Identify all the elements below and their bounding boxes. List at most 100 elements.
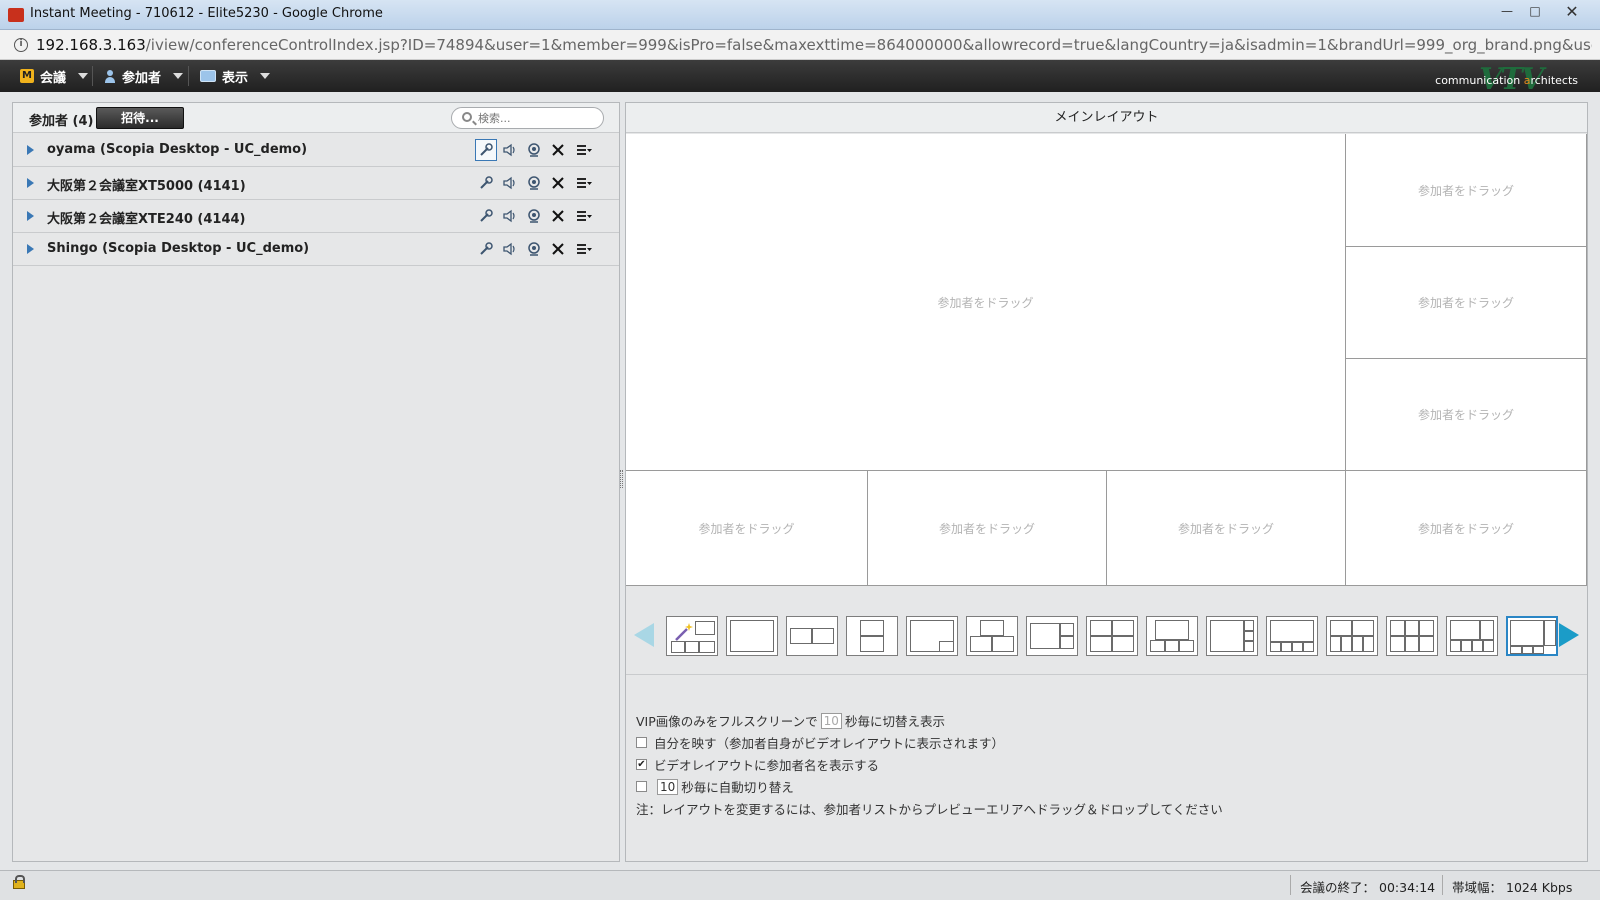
layout-thumb-1plus7-selected[interactable] xyxy=(1506,616,1558,656)
app-icon xyxy=(8,8,24,22)
expand-arrow-icon[interactable] xyxy=(27,244,34,254)
participant-name: 大阪第２会議室XTE240 (4144) xyxy=(47,212,246,227)
menu-icon[interactable] xyxy=(571,172,597,194)
menu-participants[interactable]: 参加者 xyxy=(104,66,184,86)
layout-thumb-auto[interactable] xyxy=(666,616,718,656)
search-box[interactable] xyxy=(451,107,604,129)
speaker-icon[interactable] xyxy=(499,172,521,194)
meeting-end-time: 会議の終了： 00:34:14 xyxy=(1300,880,1436,895)
layout-thumbnail-bar xyxy=(626,595,1587,675)
layout-thumb-2-stack[interactable] xyxy=(846,616,898,656)
disconnect-icon[interactable] xyxy=(547,238,569,260)
camera-icon[interactable] xyxy=(523,139,545,161)
url-host: 192.168.3.163 xyxy=(36,36,146,54)
show-names-option[interactable]: ✔ ビデオレイアウトに参加者名を表示する xyxy=(636,755,879,774)
layout-thumb-1plus2[interactable] xyxy=(1026,616,1078,656)
participants-header: 参加者 (4) 招待... xyxy=(13,103,619,133)
search-icon xyxy=(462,112,472,122)
microphone-icon[interactable] xyxy=(475,238,497,260)
layout-panel: メインレイアウト 参加者をドラッグ 参加者をドラッグ 参加者をドラッグ 参加者を… xyxy=(625,102,1588,862)
url-text[interactable]: 192.168.3.163/iview/conferenceControlInd… xyxy=(36,36,1592,54)
speaker-icon[interactable] xyxy=(499,205,521,227)
brand-tagline: communication architects xyxy=(1435,74,1578,87)
search-input[interactable] xyxy=(478,110,598,126)
layout-slot[interactable]: 参加者をドラッグ xyxy=(1107,471,1346,586)
arrow-right-icon[interactable] xyxy=(1559,623,1579,647)
layout-slot[interactable]: 参加者をドラッグ xyxy=(1346,247,1587,359)
disconnect-icon[interactable] xyxy=(547,172,569,194)
invite-button[interactable]: 招待... xyxy=(96,107,184,129)
participant-row[interactable]: Shingo (Scopia Desktop - UC_demo) xyxy=(13,233,619,266)
layout-slot[interactable]: 参加者をドラッグ xyxy=(1346,134,1587,247)
layout-thumb-2-side[interactable] xyxy=(786,616,838,656)
disconnect-icon[interactable] xyxy=(547,139,569,161)
layout-thumb-4[interactable] xyxy=(1086,616,1138,656)
participants-title: 参加者 (4) xyxy=(29,114,94,129)
show-names-checkbox[interactable]: ✔ xyxy=(636,759,647,770)
menu-view[interactable]: 表示 xyxy=(200,66,271,86)
participant-name: Shingo (Scopia Desktop - UC_demo) xyxy=(47,241,310,256)
layout-thumb-1plus3-side[interactable] xyxy=(1206,616,1258,656)
menu-icon[interactable] xyxy=(571,238,597,260)
menu-icon[interactable] xyxy=(571,205,597,227)
chevron-down-icon xyxy=(173,73,184,79)
microphone-icon[interactable] xyxy=(475,205,497,227)
close-window-button[interactable]: ✕ xyxy=(1550,2,1594,21)
layout-thumb-3[interactable] xyxy=(966,616,1018,656)
participant-row[interactable]: oyama (Scopia Desktop - UC_demo) xyxy=(13,134,619,167)
camera-icon[interactable] xyxy=(523,238,545,260)
layout-slot-main[interactable]: 参加者をドラッグ xyxy=(626,134,1346,471)
m-badge-icon: M xyxy=(20,69,34,83)
camera-icon[interactable] xyxy=(523,172,545,194)
menu-meeting-label: 会議 xyxy=(40,70,67,86)
microphone-icon[interactable] xyxy=(475,139,497,161)
speaker-icon[interactable] xyxy=(499,139,521,161)
auto-switch-option[interactable]: 10 秒毎に自動切り替え xyxy=(636,777,794,796)
menu-participants-label: 参加者 xyxy=(122,70,162,86)
expand-arrow-icon[interactable] xyxy=(27,178,34,188)
participants-panel: 参加者 (4) 招待... oyama (Scopia Desktop - UC… xyxy=(12,102,620,862)
menu-meeting[interactable]: M 会議 xyxy=(20,66,89,86)
window-title: Instant Meeting - 710612 - Elite5230 - G… xyxy=(30,6,383,21)
chevron-down-icon xyxy=(78,73,89,79)
layout-slot[interactable]: 参加者をドラッグ xyxy=(626,471,868,586)
layout-thumb-2plus4[interactable] xyxy=(1326,616,1378,656)
participant-row[interactable]: 大阪第２会議室XTE240 (4144) xyxy=(13,200,619,233)
camera-icon[interactable] xyxy=(523,205,545,227)
participant-row[interactable]: 大阪第２会議室XT5000 (4141) xyxy=(13,167,619,200)
layout-title: メインレイアウト xyxy=(626,103,1587,133)
info-icon[interactable]: i xyxy=(14,38,28,52)
layout-thumb-2plus6[interactable] xyxy=(1446,616,1498,656)
lock-icon xyxy=(13,875,25,889)
layout-slot[interactable]: 参加者をドラッグ xyxy=(1346,359,1587,471)
layout-thumb-1plus3[interactable] xyxy=(1146,616,1198,656)
layout-slot[interactable]: 参加者をドラッグ xyxy=(868,471,1107,586)
window-titlebar: Instant Meeting - 710612 - Elite5230 - G… xyxy=(0,0,1600,30)
maximize-button[interactable]: □ xyxy=(1522,2,1548,20)
panel-splitter[interactable] xyxy=(620,470,623,488)
layout-note: 注：レイアウトを変更するには、参加者リストからプレビューエリアへドラッグ＆ドロッ… xyxy=(636,802,1223,817)
self-view-checkbox[interactable] xyxy=(636,737,647,748)
layout-thumb-1[interactable] xyxy=(726,616,778,656)
address-bar[interactable]: i 192.168.3.163/iview/conferenceControlI… xyxy=(0,30,1600,60)
layout-thumb-1plus4[interactable] xyxy=(1266,616,1318,656)
layout-preview-area[interactable]: 参加者をドラッグ 参加者をドラッグ 参加者をドラッグ 参加者をドラッグ 参加者を… xyxy=(626,134,1587,586)
auto-switch-checkbox[interactable] xyxy=(636,781,647,792)
expand-arrow-icon[interactable] xyxy=(27,145,34,155)
menu-view-label: 表示 xyxy=(222,70,249,86)
menu-icon[interactable] xyxy=(571,139,597,161)
layout-slot[interactable]: 参加者をドラッグ xyxy=(1346,471,1587,586)
layout-thumb-6[interactable] xyxy=(1386,616,1438,656)
microphone-icon[interactable] xyxy=(475,172,497,194)
arrow-left-icon[interactable] xyxy=(634,623,654,647)
url-path: /iview/conferenceControlIndex.jsp?ID=748… xyxy=(145,36,1592,54)
self-view-option[interactable]: 自分を映す（参加者自身がビデオレイアウトに表示されます） xyxy=(636,733,1004,752)
vip-seconds-field[interactable]: 10 xyxy=(820,712,842,729)
layout-thumb-pip[interactable] xyxy=(906,616,958,656)
expand-arrow-icon[interactable] xyxy=(27,211,34,221)
bandwidth: 帯域幅： 1024 Kbps xyxy=(1452,880,1573,895)
disconnect-icon[interactable] xyxy=(547,205,569,227)
minimize-button[interactable]: — xyxy=(1494,2,1520,20)
auto-seconds-field[interactable]: 10 xyxy=(657,778,679,795)
speaker-icon[interactable] xyxy=(499,238,521,260)
